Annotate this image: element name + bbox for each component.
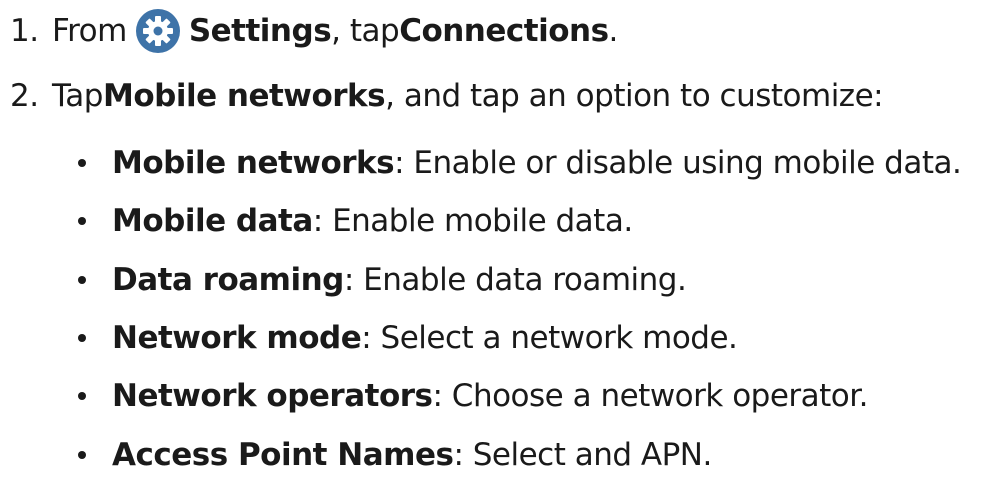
step-text: , tap <box>331 13 400 49</box>
list-item: Mobile data : Enable mobile data. <box>70 192 961 250</box>
list-item: Network operators : Choose a network ope… <box>70 367 961 425</box>
bullet-icon <box>78 450 86 459</box>
bullet-icon <box>78 275 86 284</box>
option-name: Mobile networks <box>112 145 395 182</box>
list-item: Data roaming : Enable data roaming. <box>70 251 961 309</box>
connections-label: Connections <box>399 13 609 49</box>
step-2: 2. Tap Mobile networks , and tap an opti… <box>10 73 884 119</box>
list-item: Access Point Names : Select and APN. <box>70 425 961 483</box>
bullet-icon <box>78 159 86 168</box>
step-1: 1. From Settings , tap Connections . <box>10 8 618 54</box>
step-text: . <box>608 13 619 49</box>
step-text: Tap <box>52 78 103 114</box>
list-item: Network mode : Select a network mode. <box>70 309 961 367</box>
step-text: From <box>52 13 127 49</box>
option-name: Data roaming <box>112 261 344 298</box>
options-list: Mobile networks : Enable or disable usin… <box>70 134 962 484</box>
option-description: : Select a network mode. <box>361 320 738 357</box>
option-name: Network mode <box>112 320 362 357</box>
bullet-icon <box>78 392 86 401</box>
option-description: : Enable mobile data. <box>312 203 633 240</box>
mobile-networks-label: Mobile networks <box>102 78 386 114</box>
option-name: Network operators <box>112 378 433 415</box>
option-description: : Choose a network operator. <box>432 378 869 415</box>
settings-label: Settings <box>188 13 332 49</box>
step-number: 2. <box>10 78 39 114</box>
settings-gear-icon <box>135 8 181 54</box>
option-description: : Enable or disable using mobile data. <box>394 145 962 182</box>
option-name: Access Point Names <box>112 436 454 473</box>
bullet-icon <box>78 334 86 343</box>
option-name: Mobile data <box>112 203 313 240</box>
option-description: : Enable data roaming. <box>343 261 687 298</box>
option-description: : Select and APN. <box>453 436 712 473</box>
step-number: 1. <box>10 13 39 49</box>
list-item: Mobile networks : Enable or disable usin… <box>70 134 962 192</box>
step-text: , and tap an option to customize: <box>385 78 884 114</box>
bullet-icon <box>78 217 86 226</box>
